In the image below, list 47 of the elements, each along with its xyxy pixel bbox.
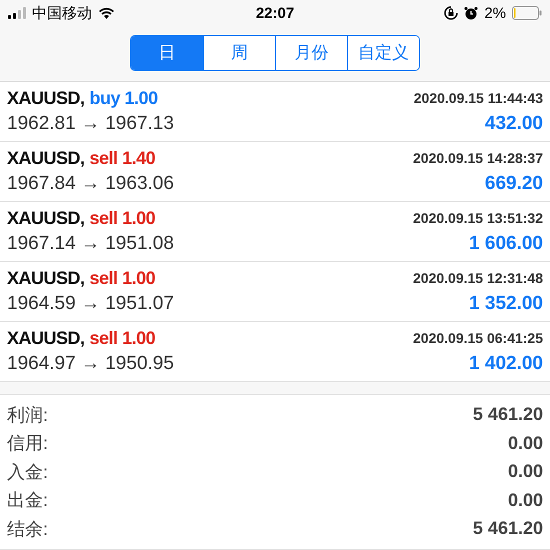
signal-icon [8,7,26,20]
period-tab[interactable]: 周 [203,36,275,70]
carrier-name: 中国移动 [32,4,92,23]
trade-time: 2020.09.15 14:28:37 [413,150,543,166]
trade-time: 2020.09.15 13:51:32 [413,210,543,226]
battery-percent: 2% [484,4,506,22]
trade-prices: 1964.59 → 1951.07 [7,292,175,314]
clock-time: 22:07 [256,4,294,22]
summary-label: 信用: [7,432,48,456]
summary-value: 0.00 [508,490,543,511]
symbol-label: XAUUSD, [7,148,85,168]
trade-profit: 669.20 [484,172,543,194]
trade-volume: sell 1.00 [90,208,156,228]
trade-time: 2020.09.15 11:44:43 [414,90,543,106]
summary-label: 入金: [7,460,48,484]
trade-profit: 1 352.00 [469,292,543,314]
trade-profit: 1 402.00 [469,352,543,374]
trade-time: 2020.09.15 12:31:48 [413,270,543,286]
period-tab[interactable]: 月份 [275,36,347,70]
trade-profit: 432.00 [484,112,543,134]
trade-profit: 1 606.00 [469,232,543,254]
summary-label: 结余: [7,518,48,541]
trade-volume: sell 1.00 [90,328,156,348]
wifi-icon [98,7,115,20]
summary-label: 利润: [7,404,48,427]
summary-value: 5 461.20 [472,518,543,540]
trade-prices: 1967.84 → 1963.06 [7,172,175,194]
trade-time: 2020.09.15 06:41:25 [413,330,543,346]
trade-prices: 1962.81 → 1967.13 [7,112,175,134]
trade-volume: buy 1.00 [90,88,158,108]
period-tab[interactable]: 日 [131,36,203,70]
summary-label: 出金: [7,489,48,512]
alarm-icon [464,6,478,20]
summary-value: 5 461.20 [472,404,543,426]
symbol-label: XAUUSD, [7,268,85,288]
trade-prices: 1964.97 → 1950.95 [7,352,175,374]
trade-prices: 1967.14 → 1951.08 [7,232,175,254]
trade-volume: sell 1.40 [90,148,156,168]
trade-volume: sell 1.00 [90,268,156,288]
battery-icon [512,6,542,20]
period-tab[interactable]: 自定义 [347,36,419,70]
rotation-lock-icon [444,6,458,20]
symbol-label: XAUUSD, [7,208,85,228]
symbol-label: XAUUSD, [7,328,85,348]
symbol-label: XAUUSD, [7,88,85,108]
summary-value: 0.00 [508,432,543,454]
summary-value: 0.00 [508,461,543,482]
